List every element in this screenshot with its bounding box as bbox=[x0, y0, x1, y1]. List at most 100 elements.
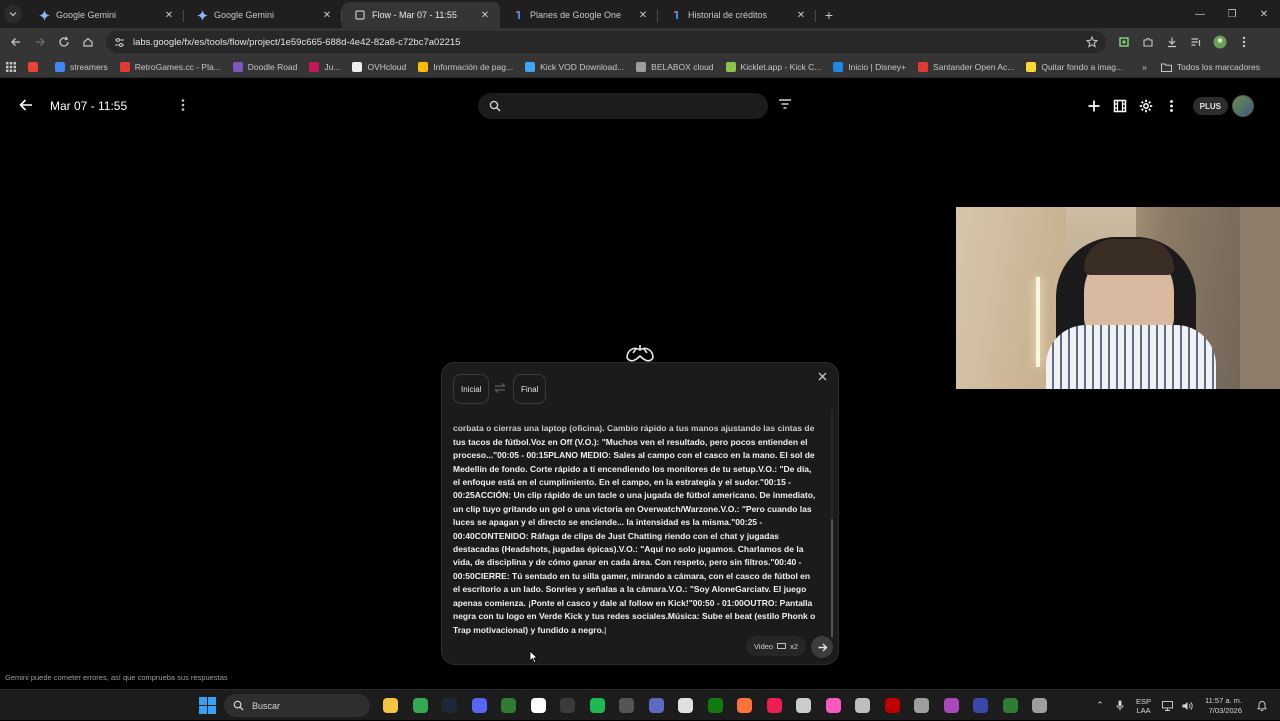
microphone-icon[interactable] bbox=[1110, 700, 1130, 711]
bookmark-item[interactable]: Ju... bbox=[309, 61, 340, 72]
discord-app[interactable] bbox=[465, 694, 495, 717]
bookmark-item[interactable]: BELABOX cloud bbox=[636, 61, 714, 72]
tab-search-button[interactable] bbox=[0, 0, 26, 28]
close-window-button[interactable]: ✕ bbox=[1248, 0, 1280, 28]
browser-tab-5[interactable]: Historial de créditos ✕ bbox=[658, 2, 816, 28]
capcut-app[interactable] bbox=[524, 694, 554, 717]
settings-app[interactable] bbox=[1025, 694, 1055, 717]
mode-selector[interactable]: Video x2 bbox=[746, 636, 806, 656]
prompt-scrollbar[interactable] bbox=[831, 409, 833, 639]
browser-tab-4[interactable]: Planes de Google One ✕ bbox=[500, 2, 658, 28]
browser-tab-1[interactable]: Google Gemini ✕ bbox=[26, 2, 184, 28]
end-frame-chip[interactable]: Final bbox=[513, 374, 547, 404]
bookmark-item[interactable]: Doodle Road bbox=[232, 61, 297, 72]
back-button[interactable] bbox=[4, 30, 28, 54]
media-app[interactable] bbox=[642, 694, 672, 717]
bookmark-star-icon[interactable] bbox=[1086, 36, 1098, 48]
extensions-button[interactable] bbox=[1136, 30, 1160, 54]
bookmark-item[interactable]: streamers bbox=[55, 61, 108, 72]
bookmark-item[interactable]: Kicklet.app - Kick C... bbox=[725, 61, 821, 72]
4k-app[interactable] bbox=[612, 694, 642, 717]
browser-menu-button[interactable] bbox=[1232, 30, 1256, 54]
film-strip-icon[interactable] bbox=[1107, 94, 1133, 118]
tiktok-app[interactable] bbox=[760, 694, 790, 717]
bookmark-item[interactable]: Kick VOD Download... bbox=[525, 61, 624, 72]
purple-app[interactable] bbox=[937, 694, 967, 717]
steam-app[interactable] bbox=[435, 694, 465, 717]
xbox-app[interactable] bbox=[701, 694, 731, 717]
start-frame-chip[interactable]: Inicial bbox=[453, 374, 490, 404]
network-icon[interactable] bbox=[1157, 700, 1177, 711]
taskbar-search-input[interactable]: Buscar bbox=[224, 694, 370, 717]
bookmark-item[interactable]: Información de pag... bbox=[418, 61, 513, 72]
forward-button[interactable] bbox=[28, 30, 52, 54]
epic-app[interactable] bbox=[553, 694, 583, 717]
browser-tab-3[interactable]: Flow - Mar 07 - 11:55 ✕ bbox=[342, 2, 500, 28]
new-tab-button[interactable]: + bbox=[816, 2, 842, 28]
firefox-app[interactable] bbox=[730, 694, 760, 717]
more-menu-icon[interactable] bbox=[1159, 94, 1185, 118]
itunes-app[interactable] bbox=[819, 694, 849, 717]
g-app[interactable] bbox=[671, 694, 701, 717]
address-bar[interactable]: labs.google/fx/es/tools/flow/project/1e5… bbox=[106, 31, 1106, 53]
project-menu-icon[interactable] bbox=[180, 98, 186, 112]
tab-close-icon[interactable]: ✕ bbox=[636, 10, 650, 21]
notifications-icon[interactable] bbox=[1252, 700, 1272, 711]
search-input[interactable] bbox=[478, 93, 768, 119]
player-app[interactable] bbox=[966, 694, 996, 717]
minimize-button[interactable]: — bbox=[1184, 0, 1216, 28]
all-bookmarks-folder[interactable]: » Todos los marcadores bbox=[1142, 56, 1260, 78]
swap-icon[interactable] bbox=[493, 382, 507, 394]
c-app[interactable] bbox=[848, 694, 878, 717]
tab-close-icon[interactable]: ✕ bbox=[162, 10, 176, 21]
downloads-button[interactable] bbox=[1160, 30, 1184, 54]
bookmark-item[interactable] bbox=[28, 61, 43, 72]
bookmark-item[interactable]: OVHcloud bbox=[352, 61, 406, 72]
bookmark-item[interactable]: Quitar fondo a imag... bbox=[1026, 61, 1124, 72]
project-title[interactable]: Mar 07 - 11:55 bbox=[50, 99, 127, 113]
reload-button[interactable] bbox=[52, 30, 76, 54]
bookmark-item[interactable]: RetroGames.cc - Pla... bbox=[119, 61, 221, 72]
filezilla-app[interactable] bbox=[878, 694, 908, 717]
profile-button[interactable] bbox=[1208, 30, 1232, 54]
browser-tab-2[interactable]: Google Gemini ✕ bbox=[184, 2, 342, 28]
prompt-textarea[interactable]: corbata o cierras una laptop (oficina). … bbox=[453, 409, 819, 637]
spotify-app[interactable] bbox=[583, 694, 613, 717]
avatar[interactable] bbox=[1232, 95, 1254, 117]
home-button[interactable] bbox=[76, 30, 100, 54]
close-icon[interactable] bbox=[815, 369, 829, 383]
bookmark-item[interactable]: Inicio | Disney+ bbox=[833, 61, 906, 72]
system-clock[interactable]: 11:57 a. m. 7/03/2026 bbox=[1205, 696, 1242, 716]
send-button[interactable] bbox=[811, 636, 833, 658]
extension-green-button[interactable] bbox=[1112, 30, 1136, 54]
restore-button[interactable]: ❐ bbox=[1216, 0, 1248, 28]
filter-icon[interactable] bbox=[778, 98, 792, 110]
back-arrow-icon[interactable] bbox=[18, 97, 34, 113]
folder-icon bbox=[1160, 63, 1172, 72]
terminal-app[interactable] bbox=[494, 694, 524, 717]
input-language[interactable]: ESP LAA bbox=[1136, 697, 1151, 715]
add-icon[interactable] bbox=[1081, 94, 1107, 118]
chevron-double-right-icon[interactable]: » bbox=[1142, 62, 1147, 72]
chevron-up-icon[interactable]: ⌃ bbox=[1090, 700, 1110, 711]
tab-close-icon[interactable]: ✕ bbox=[478, 10, 492, 21]
usb-app[interactable] bbox=[907, 694, 937, 717]
site-info-icon[interactable] bbox=[114, 37, 125, 48]
code-app[interactable] bbox=[996, 694, 1026, 717]
media-controls-button[interactable] bbox=[1184, 30, 1208, 54]
plus-icon: + bbox=[824, 7, 834, 23]
tab-close-icon[interactable]: ✕ bbox=[794, 10, 808, 21]
settings-gear-icon[interactable] bbox=[1133, 94, 1159, 118]
url-text[interactable]: labs.google/fx/es/tools/flow/project/1e5… bbox=[133, 37, 1086, 48]
apps-button[interactable] bbox=[6, 61, 16, 72]
bookmark-label: Quitar fondo a imag... bbox=[1041, 61, 1124, 72]
windows-start-icon[interactable] bbox=[199, 697, 216, 714]
bookmark-item[interactable]: Santander Open Ac... bbox=[918, 61, 1014, 72]
volume-icon[interactable] bbox=[1177, 701, 1197, 711]
plan-badge[interactable]: PLUS bbox=[1192, 97, 1228, 115]
explorer-app[interactable] bbox=[376, 694, 406, 717]
tab-close-icon[interactable]: ✕ bbox=[320, 10, 334, 21]
obs-app[interactable] bbox=[789, 694, 819, 717]
chrome-app[interactable] bbox=[406, 694, 436, 717]
g-app-icon bbox=[678, 698, 694, 713]
